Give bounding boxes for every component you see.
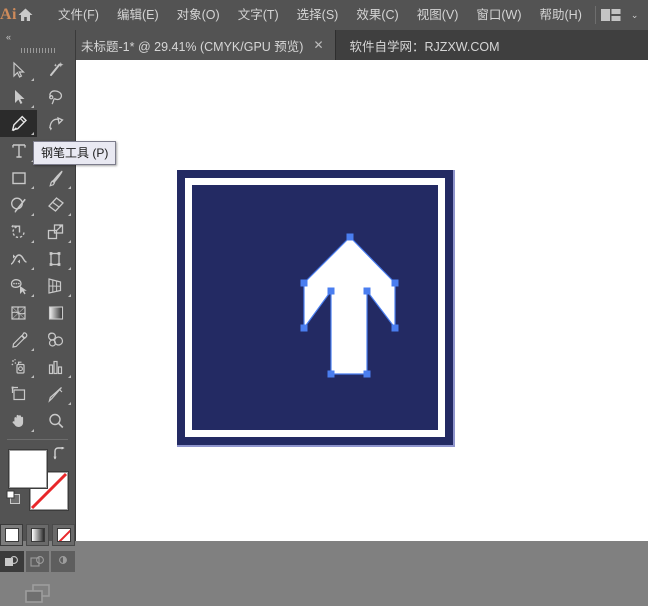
- tool-tooltip: 钢笔工具 (P): [33, 141, 117, 165]
- free-transform-tool[interactable]: [37, 245, 74, 272]
- close-icon[interactable]: ✕: [313, 39, 323, 51]
- collapse-panel-icon[interactable]: «: [0, 30, 75, 44]
- tool-flyout-corner: [68, 267, 71, 270]
- fill-stroke-swatches: [0, 444, 75, 522]
- menu-edit[interactable]: 编辑(E): [108, 3, 168, 27]
- drawing-normal-mode[interactable]: [0, 551, 24, 572]
- blend-tool[interactable]: [37, 326, 74, 353]
- tools-panel: «: [0, 30, 76, 603]
- menu-type[interactable]: 文字(T): [229, 3, 288, 27]
- gradient-mode-button[interactable]: [26, 524, 49, 546]
- tool-flyout-corner: [31, 294, 34, 297]
- rectangle-tool[interactable]: [0, 164, 37, 191]
- rotate-tool[interactable]: [0, 218, 37, 245]
- selection-tool[interactable]: [0, 56, 37, 83]
- tool-flyout-corner: [31, 429, 34, 432]
- tool-flyout-corner: [31, 267, 34, 270]
- column-graph-tool[interactable]: [37, 353, 74, 380]
- panel-drag-handle[interactable]: [0, 44, 75, 56]
- paintbrush-tool[interactable]: [37, 164, 74, 191]
- artboard: [177, 170, 455, 447]
- menu-items: 文件(F) 编辑(E) 对象(O) 文字(T) 选择(S) 效果(C) 视图(V…: [49, 3, 591, 27]
- color-mode-button[interactable]: [0, 524, 23, 546]
- none-icon: [56, 528, 71, 542]
- tool-flyout-corner: [68, 213, 71, 216]
- drawing-inside-mode[interactable]: [51, 551, 76, 572]
- default-fill-stroke-icon[interactable]: [6, 490, 22, 506]
- width-tool[interactable]: [0, 245, 37, 272]
- gradient-tool[interactable]: [37, 299, 74, 326]
- curvature-tool[interactable]: [37, 110, 74, 137]
- canvas-area[interactable]: [75, 60, 648, 541]
- pen-tool[interactable]: [0, 110, 37, 137]
- watermark-text: 软件自学网：RJZXW.COM: [336, 30, 514, 60]
- tool-flyout-corner: [31, 375, 34, 378]
- drawing-behind-mode[interactable]: [25, 551, 50, 572]
- type-tool[interactable]: [0, 137, 37, 164]
- document-tab-active[interactable]: 未标题-1* @ 29.41% (CMYK/GPU 预览) ✕: [67, 30, 336, 60]
- tool-flyout-corner: [31, 240, 34, 243]
- document-tab-bar: 未标题-1* @ 29.41% (CMYK/GPU 预览) ✕ 软件自学网：RJ…: [0, 30, 648, 60]
- arrange-documents-icon[interactable]: [600, 7, 622, 23]
- menu-object[interactable]: 对象(O): [168, 3, 229, 27]
- tool-flyout-corner: [68, 294, 71, 297]
- menu-bar-right: ⌄: [591, 6, 648, 24]
- tool-flyout-corner: [68, 186, 71, 189]
- illustrator-window: Ai 文件(F) 编辑(E) 对象(O) 文字(T) 选择(S) 效果(C) 视…: [0, 0, 648, 603]
- document-tab-title: 未标题-1* @ 29.41% (CMYK/GPU 预览): [81, 39, 304, 54]
- menu-window[interactable]: 窗口(W): [467, 3, 530, 27]
- tool-flyout-corner: [31, 348, 34, 351]
- solid-color-icon: [4, 528, 19, 542]
- tool-grid: [0, 56, 75, 434]
- shape-builder-tool[interactable]: [0, 272, 37, 299]
- scale-tool[interactable]: [37, 218, 74, 245]
- menu-view[interactable]: 视图(V): [408, 3, 468, 27]
- lasso-tool[interactable]: [37, 83, 74, 110]
- eraser-tool[interactable]: [37, 191, 74, 218]
- fill-swatch[interactable]: [9, 450, 47, 488]
- home-icon[interactable]: [17, 0, 34, 30]
- chevron-down-icon[interactable]: ⌄: [631, 10, 639, 21]
- hand-tool[interactable]: [0, 407, 37, 434]
- menu-help[interactable]: 帮助(H): [531, 3, 591, 27]
- menu-file[interactable]: 文件(F): [49, 3, 108, 27]
- eyedropper-tool[interactable]: [0, 326, 37, 353]
- shaper-tool[interactable]: [0, 191, 37, 218]
- direct-selection-tool[interactable]: [0, 83, 37, 110]
- menu-divider-right: [594, 6, 596, 24]
- tool-flyout-corner: [31, 105, 34, 108]
- tool-flyout-corner: [68, 240, 71, 243]
- tool-flyout-corner: [31, 213, 34, 216]
- toolbar-separator: [7, 439, 68, 440]
- menu-effect[interactable]: 效果(C): [347, 3, 407, 27]
- menu-select[interactable]: 选择(S): [288, 3, 348, 27]
- watermark-label: 软件自学网：RJZXW.COM: [349, 39, 500, 54]
- tool-flyout-corner: [68, 402, 71, 405]
- menu-bar: Ai 文件(F) 编辑(E) 对象(O) 文字(T) 选择(S) 效果(C) 视…: [0, 0, 648, 30]
- app-logo-icon: Ai: [0, 6, 17, 23]
- swap-fill-stroke-icon[interactable]: [52, 446, 67, 462]
- slice-tool[interactable]: [37, 380, 74, 407]
- gradient-icon: [30, 528, 45, 542]
- tool-flyout-corner: [68, 375, 71, 378]
- mesh-tool[interactable]: [0, 299, 37, 326]
- none-mode-button[interactable]: [52, 524, 75, 546]
- tool-flyout-corner: [31, 186, 34, 189]
- symbol-sprayer-tool[interactable]: [0, 353, 37, 380]
- tool-flyout-corner: [31, 132, 34, 135]
- paint-mode-row: [0, 524, 75, 546]
- drawing-mode-row: [0, 551, 76, 572]
- artboard-tool[interactable]: [0, 380, 37, 407]
- tool-flyout-corner: [31, 78, 34, 81]
- perspective-grid-tool[interactable]: [37, 272, 74, 299]
- change-screen-mode-icon[interactable]: [0, 582, 75, 606]
- magic-wand-tool[interactable]: [37, 56, 74, 83]
- zoom-tool[interactable]: [37, 407, 74, 434]
